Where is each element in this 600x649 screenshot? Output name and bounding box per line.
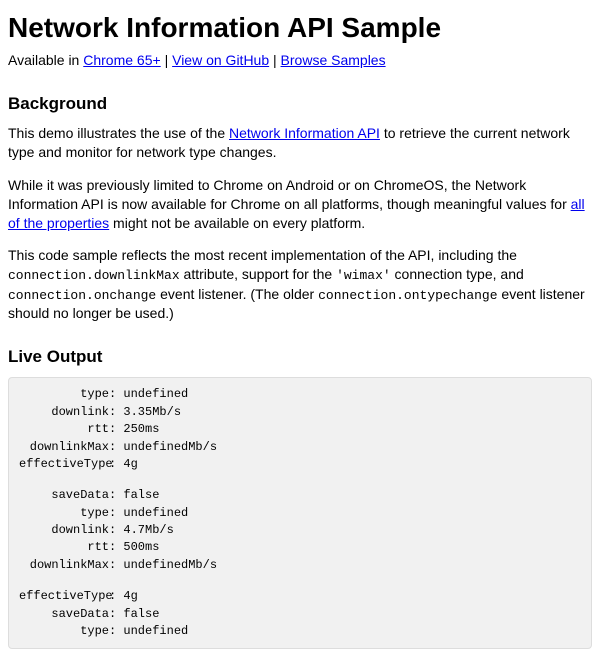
output-blank-row [19,473,581,487]
output-value: 4g [123,457,137,471]
output-value: 4g [123,589,137,603]
output-value: undefinedMb/s [123,440,217,454]
text: event listener. (The older [156,286,318,302]
text: attribute, support for the [180,266,336,282]
live-output-heading: Live Output [8,347,592,367]
background-paragraph-2: While it was previously limited to Chrom… [8,176,592,233]
output-value: undefined [123,506,188,520]
availability-line: Available in Chrome 65+ | View on GitHub… [8,52,592,68]
output-label: effectiveType [19,588,109,605]
output-value: undefined [123,624,188,638]
output-label: type [19,505,109,522]
text: While it was previously limited to Chrom… [8,177,571,212]
output-value: 3.35Mb/s [123,405,181,419]
availability-sep: | [161,52,172,68]
output-value: undefined [123,387,188,401]
output-sep: : [109,607,123,621]
output-sep: : [109,540,123,554]
output-row: effectiveType: 4g [19,588,581,605]
output-blank-row [19,574,581,588]
output-value: 500ms [123,540,159,554]
code-wimax: 'wimax' [336,268,391,283]
availability-sep: | [269,52,280,68]
output-label: type [19,623,109,640]
output-sep: : [109,558,123,572]
text: This code sample reflects the most recen… [8,247,517,263]
output-sep: : [109,387,123,401]
background-heading: Background [8,94,592,114]
text: connection type, and [391,266,524,282]
output-value: false [123,607,159,621]
output-row: downlinkMax: undefinedMb/s [19,439,581,456]
chrome-version-link[interactable]: Chrome 65+ [83,52,160,68]
output-sep: : [109,589,123,603]
output-label: downlinkMax [19,439,109,456]
code-downlinkmax: connection.downlinkMax [8,268,180,283]
output-label: downlinkMax [19,557,109,574]
network-information-api-link[interactable]: Network Information API [229,125,380,141]
output-sep: : [109,422,123,436]
output-label: saveData [19,606,109,623]
output-label: effectiveType [19,456,109,473]
output-sep: : [109,405,123,419]
output-sep: : [109,506,123,520]
output-sep: : [109,440,123,454]
output-label: downlink [19,404,109,421]
output-row: saveData: false [19,487,581,504]
output-row: type: undefined [19,623,581,640]
output-label: rtt [19,421,109,438]
code-onchange: connection.onchange [8,288,156,303]
output-sep: : [109,523,123,537]
output-value: false [123,488,159,502]
output-value: 250ms [123,422,159,436]
output-row: downlink: 4.7Mb/s [19,522,581,539]
output-label: rtt [19,539,109,556]
background-paragraph-1: This demo illustrates the use of the Net… [8,124,592,162]
github-link[interactable]: View on GitHub [172,52,269,68]
text: might not be available on every platform… [109,215,365,231]
browse-samples-link[interactable]: Browse Samples [281,52,386,68]
background-paragraph-3: This code sample reflects the most recen… [8,246,592,323]
output-row: type: undefined [19,505,581,522]
output-row: rtt: 250ms [19,421,581,438]
output-row: saveData: false [19,606,581,623]
output-sep: : [109,488,123,502]
output-label: downlink [19,522,109,539]
output-row: downlinkMax: undefinedMb/s [19,557,581,574]
live-output-box: type: undefineddownlink: 3.35Mb/srtt: 25… [8,377,592,649]
output-row: type: undefined [19,386,581,403]
output-value: 4.7Mb/s [123,523,173,537]
output-row: downlink: 3.35Mb/s [19,404,581,421]
output-sep: : [109,624,123,638]
page-title: Network Information API Sample [8,12,592,44]
code-ontypechange: connection.ontypechange [318,288,497,303]
output-sep: : [109,457,123,471]
output-label: type [19,386,109,403]
output-row: rtt: 500ms [19,539,581,556]
output-row: effectiveType: 4g [19,456,581,473]
output-value: undefinedMb/s [123,558,217,572]
availability-prefix: Available in [8,52,83,68]
text: This demo illustrates the use of the [8,125,229,141]
output-label: saveData [19,487,109,504]
